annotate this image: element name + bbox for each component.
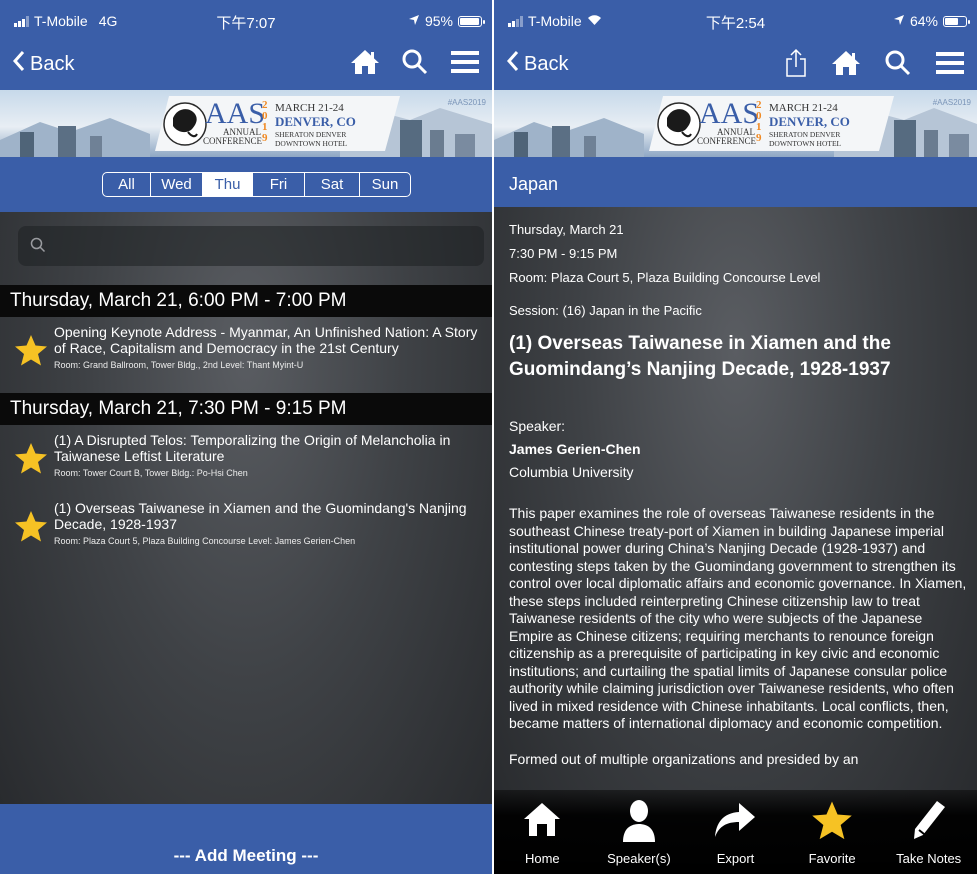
- hotel-line-2: DOWNTOWN HOTEL: [275, 139, 348, 148]
- tab-label: Export: [716, 851, 755, 866]
- session-room: Room: Plaza Court 5, Plaza Building Conc…: [509, 270, 821, 285]
- session-room: Room: Grand Ballroom, Tower Bldg., 2nd L…: [54, 360, 304, 370]
- tab-export[interactable]: Export: [687, 790, 784, 874]
- battery-icon: [458, 15, 485, 27]
- hashtag: #AAS2019: [932, 98, 971, 107]
- nav-bar: Back: [494, 38, 977, 90]
- pencil-icon: [880, 798, 977, 842]
- tab-take-notes[interactable]: Take Notes: [880, 790, 977, 874]
- year-digit: 9: [756, 132, 762, 144]
- battery-percent: 95%: [424, 13, 453, 29]
- time-slot-header: Thursday, March 21, 7:30 PM - 9:15 PM: [0, 393, 492, 425]
- city-text: DENVER, CO: [275, 114, 356, 129]
- tab-label: Take Notes: [896, 851, 962, 866]
- status-bar: T-Mobile 下午2:54 64%: [494, 0, 977, 38]
- tab-label: Speaker(s): [607, 851, 671, 866]
- tab-label: Favorite: [808, 851, 856, 866]
- hotel-line-1: SHERATON DENVER: [769, 130, 841, 139]
- back-label: Back: [524, 52, 569, 75]
- export-arrow-icon: [687, 798, 784, 842]
- star-icon[interactable]: [14, 510, 48, 547]
- day-tab-sat[interactable]: Sat: [305, 173, 360, 196]
- day-segmented-control: All Wed Thu Fri Sat Sun: [102, 172, 411, 197]
- session-title: Opening Keynote Address - Myanmar, An Un…: [54, 324, 478, 356]
- battery-percent: 64%: [909, 13, 938, 29]
- menu-icon[interactable]: [935, 50, 965, 81]
- session-list-item[interactable]: (1) Overseas Taiwanese in Xiamen and the…: [14, 500, 484, 546]
- speaker-name[interactable]: James Gerien-Chen: [509, 441, 969, 457]
- day-tab-sun[interactable]: Sun: [360, 173, 410, 196]
- speaker-label: Speaker:: [509, 418, 566, 434]
- session-title: (1) Overseas Taiwanese in Xiamen and the…: [54, 500, 467, 532]
- schedule-screen: T-Mobile 4G 下午7:07 95% Back AAS ANNUAL C…: [0, 0, 492, 874]
- session-detail: Thursday, March 21 7:30 PM - 9:15 PM Roo…: [509, 218, 969, 768]
- conference-banner: AAS ANNUAL CONFERENCE 2 0 1 9 MARCH 21-2…: [494, 90, 977, 157]
- abstract-text: This paper examines the role of overseas…: [509, 505, 967, 731]
- back-button[interactable]: Back: [506, 50, 568, 78]
- hotel-line-1: SHERATON DENVER: [275, 130, 347, 139]
- time-slot-header: Thursday, March 21, 6:00 PM - 7:00 PM: [0, 285, 492, 317]
- back-label: Back: [30, 52, 75, 75]
- add-meeting-button[interactable]: --- Add Meeting ---: [0, 804, 492, 874]
- session-room: Room: Plaza Court 5, Plaza Building Conc…: [54, 536, 356, 546]
- back-button[interactable]: Back: [12, 50, 74, 78]
- share-icon[interactable]: [785, 48, 807, 83]
- bottom-tab-bar: Home Speaker(s) Export Favorite Take Not…: [494, 790, 977, 874]
- conference-banner: AAS ANNUAL CONFERENCE 2 0 1 9 MARCH 21-2…: [0, 90, 492, 157]
- session-date: Thursday, March 21: [509, 222, 624, 237]
- home-icon[interactable]: [350, 48, 380, 81]
- location-icon: [408, 13, 420, 29]
- tab-home[interactable]: Home: [494, 790, 591, 874]
- chevron-left-icon: [12, 50, 26, 78]
- abstract-continuation: Formed out of multiple organizations and…: [509, 750, 859, 767]
- home-icon[interactable]: [831, 49, 861, 82]
- tab-label: Home: [524, 851, 560, 866]
- aas-text: AAS: [205, 97, 266, 130]
- tab-speakers[interactable]: Speaker(s): [591, 790, 688, 874]
- status-bar: T-Mobile 4G 下午7:07 95%: [0, 0, 492, 38]
- search-input[interactable]: [18, 226, 484, 266]
- person-icon: [591, 798, 688, 842]
- day-tab-thu[interactable]: Thu: [203, 173, 253, 196]
- conference-text: CONFERENCE: [697, 136, 757, 146]
- day-tab-all[interactable]: All: [103, 173, 151, 196]
- menu-icon[interactable]: [450, 49, 480, 80]
- speaker-affiliation: Columbia University: [509, 464, 634, 480]
- chevron-left-icon: [506, 50, 520, 78]
- tab-favorite[interactable]: Favorite: [784, 790, 881, 874]
- city-text: DENVER, CO: [769, 114, 850, 129]
- session-detail-screen: T-Mobile 下午2:54 64% Back AAS ANNUAL CONF…: [494, 0, 977, 874]
- session-room: Room: Tower Court B, Tower Bldg.: Po-Hsi…: [54, 468, 248, 478]
- page-title: Japan: [494, 157, 977, 207]
- dates-text: MARCH 21-24: [769, 102, 838, 114]
- conference-text: CONFERENCE: [203, 136, 263, 146]
- nav-bar: Back: [0, 38, 492, 90]
- search-icon: [30, 237, 46, 258]
- day-tab-wed[interactable]: Wed: [151, 173, 203, 196]
- day-tab-fri[interactable]: Fri: [253, 173, 305, 196]
- session-title: (1) A Disrupted Telos: Temporalizing the…: [54, 432, 451, 464]
- session-time: 7:30 PM - 9:15 PM: [509, 246, 618, 261]
- session-name: Session: (16) Japan in the Pacific: [509, 303, 702, 318]
- dates-text: MARCH 21-24: [275, 102, 344, 114]
- star-icon: [784, 798, 881, 842]
- paper-title: (1) Overseas Taiwanese in Xiamen and the…: [509, 333, 891, 380]
- search-icon[interactable]: [402, 49, 428, 80]
- session-list-item[interactable]: Opening Keynote Address - Myanmar, An Un…: [14, 324, 484, 370]
- day-filter-bar: All Wed Thu Fri Sat Sun: [0, 157, 492, 212]
- home-icon: [494, 798, 591, 842]
- hashtag: #AAS2019: [447, 98, 486, 107]
- star-icon[interactable]: [14, 334, 48, 371]
- aas-text: AAS: [699, 97, 760, 130]
- hotel-line-2: DOWNTOWN HOTEL: [769, 139, 842, 148]
- session-list-item[interactable]: (1) A Disrupted Telos: Temporalizing the…: [14, 432, 484, 478]
- search-icon[interactable]: [885, 50, 911, 81]
- star-icon[interactable]: [14, 442, 48, 479]
- location-icon: [893, 13, 905, 29]
- battery-icon: [943, 15, 970, 27]
- year-digit: 9: [262, 132, 268, 144]
